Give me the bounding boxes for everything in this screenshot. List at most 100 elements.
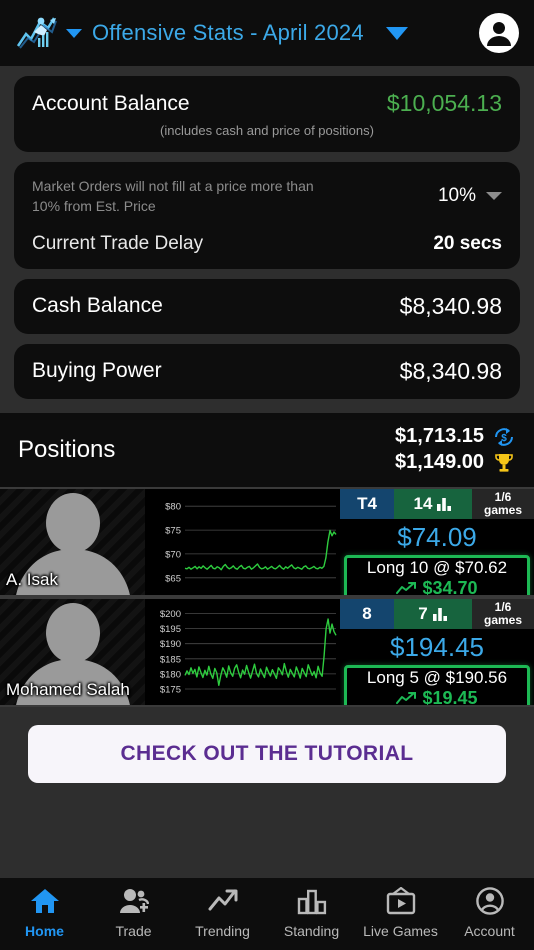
account-balance-card[interactable]: Account Balance $10,054.13 (includes cas… [14,76,520,152]
position-pnl-value: $34.70 [422,577,478,597]
live-tv-icon [386,886,416,920]
nav-item-label: Live Games [363,923,438,939]
slippage-value: 10% [437,185,476,207]
player-badges: T4 14 1/6 games [340,488,534,519]
positions-value-line: $1,713.15 $ [395,425,516,449]
bar-chart-icon [437,497,452,511]
nav-item-trending[interactable]: Trending [179,887,267,939]
score-badge: 14 [394,488,472,519]
position-summary-box[interactable]: Long 5 @ $190.56 $19.45 [344,664,530,707]
nav-item-trade[interactable]: Trade [90,887,178,939]
trending-up-icon [396,691,417,704]
rank-badge: 8 [340,598,394,629]
nav-item-label: Home [25,923,64,939]
positions-title: Positions [18,435,116,463]
running-athlete-chart-logo[interactable] [14,12,58,54]
nav-item-home[interactable]: Home [1,887,89,939]
tutorial-button[interactable]: CHECK OUT THE TUTORIAL [28,724,506,783]
svg-text:$180: $180 [160,669,181,680]
svg-text:$195: $195 [160,624,181,635]
score-badge-value: 7 [418,603,428,623]
account-circle-icon [475,887,505,920]
slippage-dropdown[interactable]: 10% [438,185,502,207]
market-orders-warning: Market Orders will not fill at a price m… [32,178,314,215]
page-title[interactable]: Offensive Stats - April 2024 [92,20,364,46]
person-add-icon [119,887,149,920]
currency-exchange-icon: $ [495,427,513,446]
account-circle-icon[interactable] [478,12,520,54]
home-icon [30,887,60,920]
tutorial-section: CHECK OUT THE TUTORIAL [0,707,534,801]
cash-balance-value: $8,340.98 [399,292,502,319]
account-balance-note: (includes cash and price of positions) [160,123,374,138]
chevron-down-icon [486,192,502,201]
svg-text:$75: $75 [165,525,181,536]
games-word: games [483,612,523,627]
position-pnl-value: $19.45 [422,687,478,707]
app-root: Offensive Stats - April 2024 Account Bal… [0,0,534,950]
nav-item-label: Trade [115,923,152,939]
svg-text:$80: $80 [165,501,181,512]
svg-text:$190: $190 [160,639,181,650]
positions-totals: $1,713.15 $ $1,149.00 [395,425,516,475]
nav-item-label: Account [464,923,515,939]
player-chart-cell[interactable]: $200 $195 $190 $185 $180 $175 [145,598,340,705]
nav-item-label: Standing [283,923,340,939]
rank-badge: T4 [340,488,394,519]
nav-item-live-games[interactable]: Live Games [357,886,445,939]
positions-list: A. Isak $80 $75 $70 $65 T4 14 1/6 games … [0,486,534,707]
games-word: games [483,502,523,517]
account-balance-label: Account Balance [32,91,190,115]
balance-cards: Account Balance $10,054.13 (includes cas… [0,66,534,409]
player-avatar-cell[interactable]: A. Isak [0,488,145,595]
player-info-cell: 8 7 1/6 games $194.45 Long 5 @ $190.56 $… [340,598,534,707]
nav-item-standing[interactable]: Standing [268,887,356,939]
player-price: $74.09 [397,521,477,552]
score-badge: 7 [394,598,472,629]
games-played-badge: 1/6 games [472,488,534,519]
score-badge-value: 14 [413,493,433,513]
position-detail: Long 5 @ $190.56 [366,667,508,687]
position-pnl: $34.70 [396,577,478,597]
player-badges: 8 7 1/6 games [340,598,534,629]
player-avatar-cell[interactable]: Mohamed Salah [0,598,145,705]
table-row[interactable]: A. Isak $80 $75 $70 $65 T4 14 1/6 games … [0,486,534,597]
position-detail: Long 10 @ $70.62 [366,557,508,577]
svg-text:$65: $65 [165,573,181,584]
svg-text:$175: $175 [160,684,181,695]
nav-item-label: Trending [195,923,250,939]
player-chart-cell[interactable]: $80 $75 $70 $65 [145,488,340,595]
table-row[interactable]: Mohamed Salah $200 $195 $190 $185 $180 $175 8… [0,596,534,707]
cash-balance-card[interactable]: Cash Balance $8,340.98 [14,278,520,334]
positions-header: Positions $1,713.15 $ $1,149.00 [0,412,534,487]
price-sparkline-chart: $200 $195 $190 $185 $180 $175 [160,609,337,695]
position-summary-box[interactable]: Long 10 @ $70.62 $34.70 [344,554,530,597]
league-caret-down-icon[interactable] [66,28,82,38]
bottom-navigation: Home Trade Trending Standing Live Games … [0,878,534,950]
svg-text:$200: $200 [160,609,181,620]
player-name: A. Isak [6,569,58,589]
positions-total-value: $1,713.15 [395,425,484,448]
price-sparkline-chart: $80 $75 $70 $65 [165,501,337,584]
cash-balance-label: Cash Balance [32,294,163,318]
games-fraction: 1/6 [494,600,512,614]
svg-text:$: $ [501,433,507,444]
svg-text:$185: $185 [160,654,181,665]
trending-up-icon [208,887,238,920]
buying-power-value: $8,340.98 [399,357,502,384]
account-balance-value: $10,054.13 [386,90,502,116]
trophy-icon [495,453,513,472]
buying-power-card[interactable]: Buying Power $8,340.98 [14,343,520,399]
market-orders-card: Market Orders will not fill at a price m… [14,162,520,269]
player-name: Mohamed Salah [6,679,130,699]
svg-text:$70: $70 [165,549,181,560]
trade-delay-label: Current Trade Delay [32,232,204,254]
bar-chart-icon [432,607,447,621]
games-fraction: 1/6 [494,490,512,504]
trending-up-icon [396,581,417,594]
positions-total-winnings: $1,149.00 [395,451,484,474]
title-caret-down-icon[interactable] [385,26,408,40]
games-played-badge: 1/6 games [472,598,534,629]
player-price: $194.45 [390,631,484,662]
nav-item-account[interactable]: Account [446,887,534,939]
